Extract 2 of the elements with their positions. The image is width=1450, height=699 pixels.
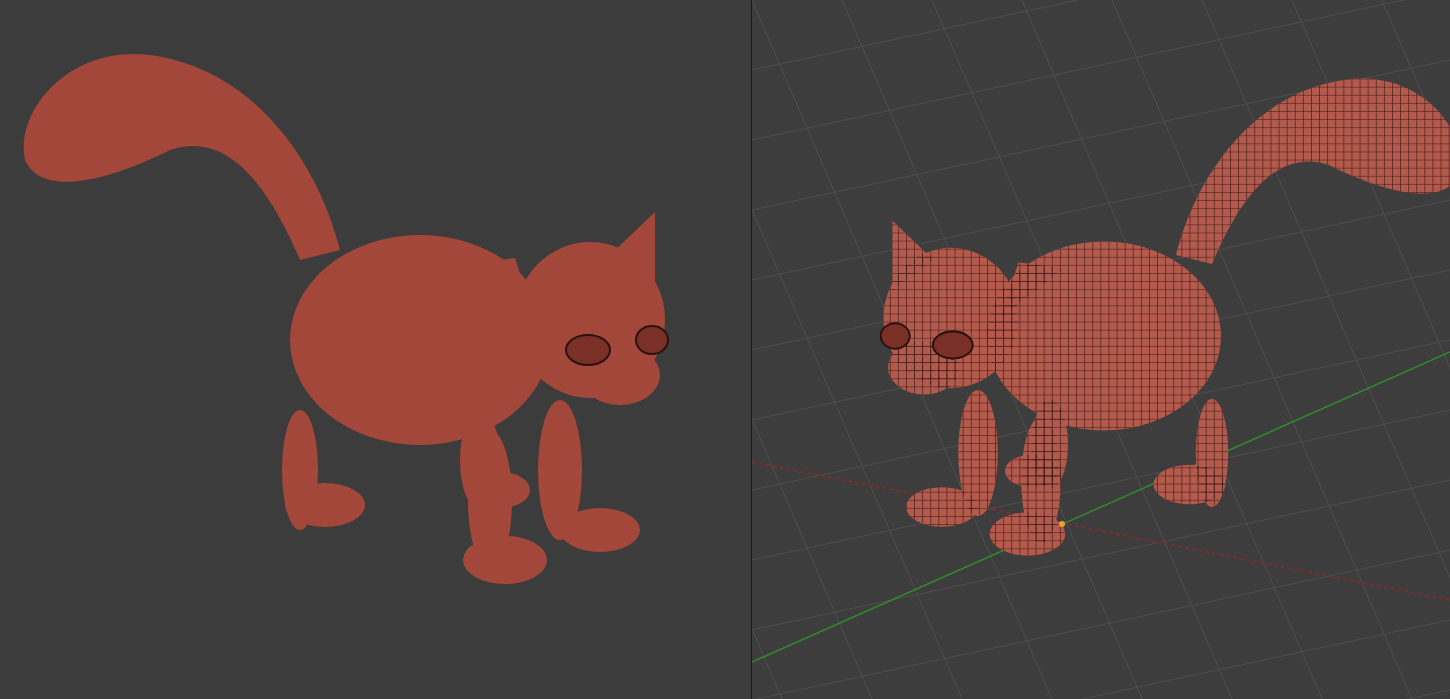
viewport[interactable] [752, 0, 1450, 699]
origin-dot [1059, 521, 1065, 527]
